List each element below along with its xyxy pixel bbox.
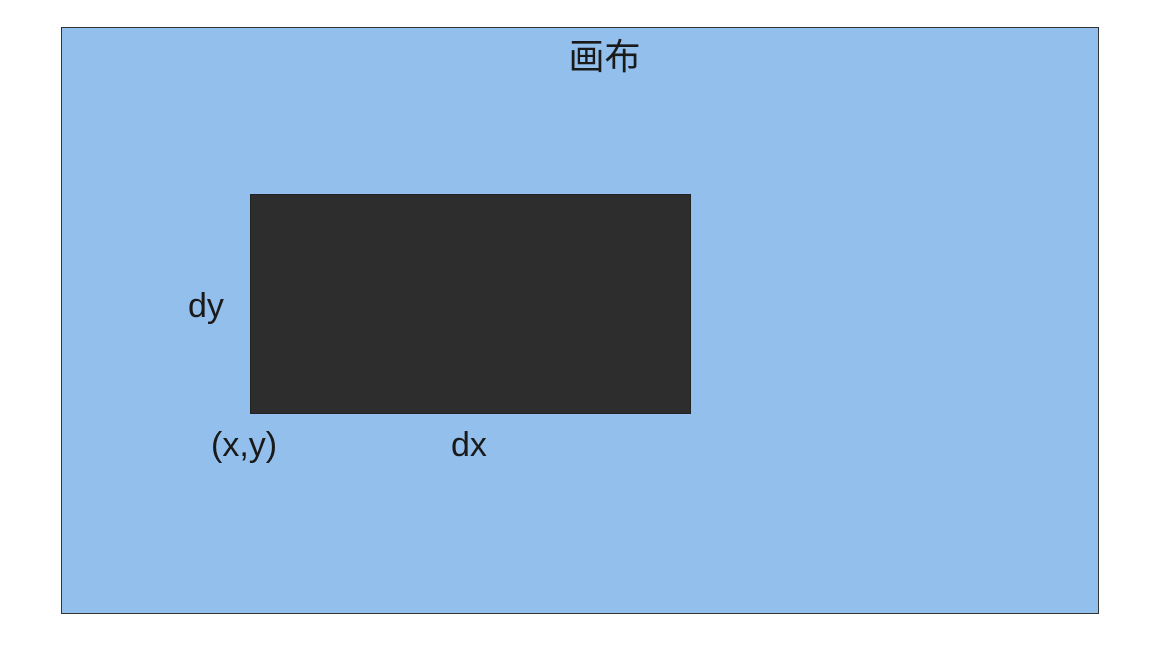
canvas-area: 画布 dy (x,y) dx	[61, 27, 1099, 614]
canvas-title: 画布	[568, 37, 641, 78]
drawn-rectangle	[250, 194, 691, 414]
origin-label: (x,y)	[211, 426, 278, 464]
height-label: dy	[188, 287, 224, 325]
diagram: 画布 dy (x,y) dx	[0, 0, 1154, 654]
width-label: dx	[451, 426, 487, 464]
